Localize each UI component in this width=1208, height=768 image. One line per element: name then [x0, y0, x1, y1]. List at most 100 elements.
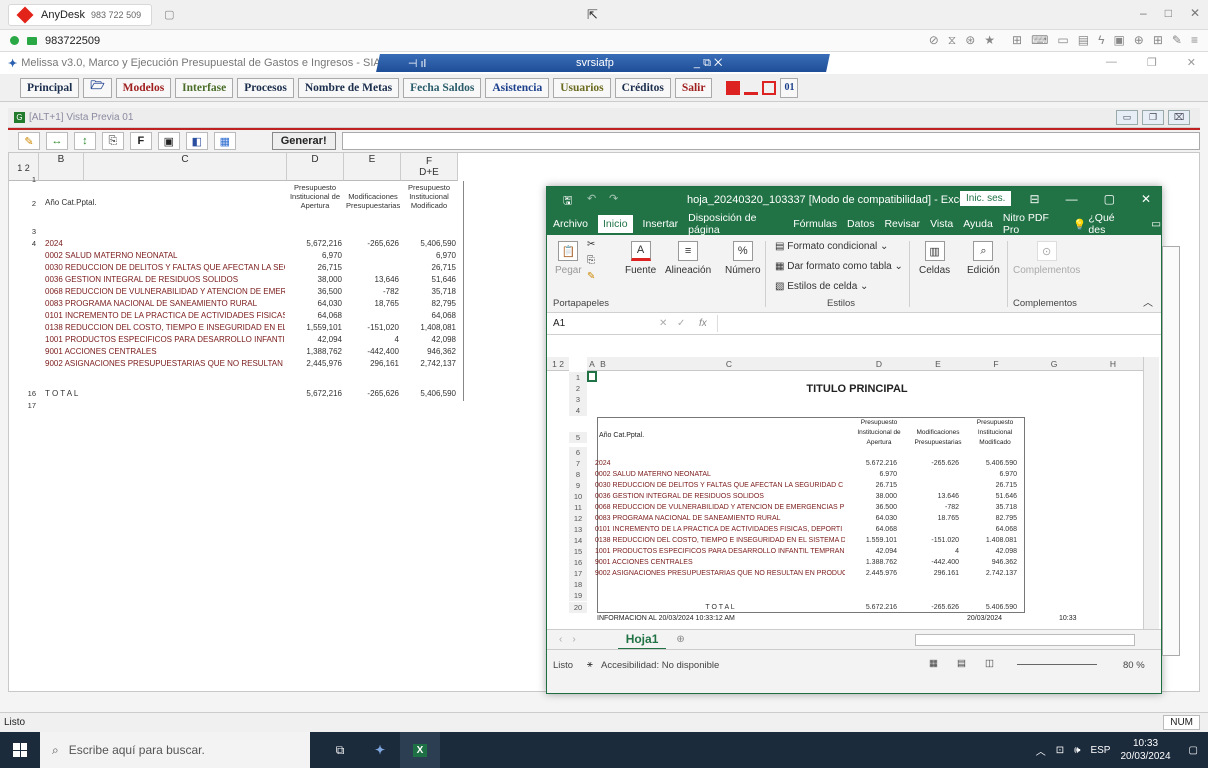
melissa-taskbar-icon[interactable]: ✦ [360, 732, 400, 768]
excel-table-row[interactable]: 0101 INCREMENTO DE LA PRACTICA DE ACTIVI… [595, 524, 1135, 535]
inner-close-icon[interactable]: ⌧ [1168, 110, 1190, 125]
menu-usuarios[interactable]: Usuarios [553, 77, 611, 98]
table-row[interactable]: 9001 ACCIONES CENTRALES 1,388,762 -442,400… [9, 347, 469, 357]
col-c[interactable]: C [609, 357, 849, 371]
editing-group[interactable]: ⌕ Edición [967, 241, 1000, 276]
excel-table-row[interactable]: 0138 REDUCCION DEL COSTO, TIEMPO E INSEG… [595, 535, 1135, 546]
minimize-all-icon[interactable] [744, 81, 759, 95]
save-icon[interactable]: ▣ [157, 132, 180, 150]
table-row[interactable]: 0002 SALUD MATERNO NEONATAL 6,970 6,970 [9, 251, 469, 261]
inner-restore-icon[interactable]: ❐ [1142, 110, 1164, 125]
excel-maximize-icon[interactable]: ▢ [1104, 192, 1115, 206]
menu-asistencia[interactable]: Asistencia [485, 77, 550, 98]
window-number-badge[interactable]: 01 [780, 77, 799, 98]
col-a[interactable]: A [587, 357, 597, 371]
excel-row-number[interactable]: 7 [569, 458, 587, 469]
export-icon[interactable]: ◧ [185, 132, 208, 150]
chat-icon[interactable]: ▭ [1057, 33, 1068, 48]
menu-interfase[interactable]: Interfase [175, 77, 234, 98]
pencil-icon[interactable]: ✎ [18, 132, 40, 150]
screen-icon[interactable]: ▣ [1113, 33, 1124, 48]
excel-table-row[interactable]: 0002 SALUD MATERNO NEONATAL 6.970 6.970 [595, 469, 1135, 480]
name-box[interactable]: A1 [553, 318, 565, 329]
melissa-restore-icon[interactable]: ❐ [1147, 56, 1157, 69]
normal-view-icon[interactable]: ▦ [929, 658, 938, 669]
enter-icon[interactable]: ✓ [677, 318, 685, 329]
excel-table-row[interactable]: 0036 GESTION INTEGRAL DE RESIDUOS SOLIDO… [595, 491, 1135, 502]
folder-icon[interactable]: 🗁 [83, 77, 112, 98]
hourglass-icon[interactable]: ⧖ [948, 33, 956, 48]
taskbar-clock[interactable]: 10:33 20/03/2024 [1120, 737, 1170, 763]
font-group[interactable]: A Fuente [625, 241, 656, 276]
col-d-header[interactable]: D [287, 153, 344, 181]
excel-close-icon[interactable]: ✕ [1141, 192, 1151, 206]
excel-row-number[interactable]: 4 [569, 405, 587, 416]
outline-level-1[interactable]: 1 [552, 359, 557, 369]
tab-disposicion[interactable]: Disposición de página [688, 212, 783, 236]
new-tab-icon[interactable]: ▢ [164, 8, 174, 21]
notifications-icon[interactable]: ▢ [1189, 745, 1198, 756]
excel-row-number[interactable]: 11 [569, 502, 587, 513]
excel-row-number[interactable]: 16 [569, 557, 587, 568]
excel-row-number[interactable]: 19 [569, 590, 587, 601]
signin-button[interactable]: Inic. ses. [960, 191, 1012, 206]
outline-level-2[interactable]: 2 [25, 163, 30, 173]
accessibility-status[interactable]: Accesibilidad: No disponible [601, 660, 719, 671]
menu-principal[interactable]: Principal [20, 77, 80, 98]
col-b-header[interactable]: B [39, 153, 84, 181]
excel-row-number[interactable]: 13 [569, 524, 587, 535]
conditional-format-button[interactable]: ▤ Formato condicional ⌄ [775, 241, 888, 252]
paste-group[interactable]: 📋 Pegar [555, 241, 582, 276]
excel-row-number[interactable]: 2 [569, 383, 587, 394]
tab-revisar[interactable]: Revisar [884, 218, 920, 230]
sheet-tab-hoja1[interactable]: Hoja1 [617, 630, 667, 650]
language-indicator[interactable]: ESP [1090, 745, 1110, 756]
cut-icon[interactable]: ✂ [587, 239, 595, 250]
tab-archivo[interactable]: Archivo [553, 218, 588, 230]
settings-icon[interactable]: ⊛ [965, 33, 975, 48]
table-row[interactable]: 2024 5,672,216 -265,626 5,406,590 [9, 239, 469, 249]
melissa-close-icon[interactable]: ✕ [1187, 56, 1196, 69]
lightning-icon[interactable]: ϟ [1098, 33, 1104, 48]
task-view-icon[interactable]: ⧉ [320, 732, 360, 768]
table-row[interactable]: 0101 INCREMENTO DE LA PRACTICA DE ACTIVI… [9, 311, 469, 321]
excel-row-number[interactable]: 5 [569, 432, 587, 443]
menu-creditos[interactable]: Créditos [614, 77, 671, 98]
excel-redo-icon[interactable]: ↷ [609, 192, 618, 205]
tab-vista[interactable]: Vista [930, 218, 953, 230]
zoom-slider[interactable] [1017, 664, 1097, 665]
horizontal-scrollbar[interactable] [914, 633, 1135, 646]
outline-level-1[interactable]: 1 [17, 163, 22, 173]
excel-row-number[interactable]: 18 [569, 579, 587, 590]
excel-table-row[interactable]: 0068 REDUCCION DE VULNERABILIDAD Y ATENC… [595, 502, 1135, 513]
close-icon[interactable]: ✕ [1190, 6, 1200, 20]
collapse-ribbon-icon[interactable]: ︿ [1143, 294, 1153, 309]
star-icon[interactable]: ★ [984, 33, 995, 48]
function-icon[interactable]: fx [699, 318, 707, 329]
menu-procesos[interactable]: Procesos [237, 77, 294, 98]
col-g[interactable]: G [1025, 357, 1083, 371]
cell-styles-button[interactable]: ▧ Estilos de celda ⌄ [775, 281, 868, 292]
format-painter-icon[interactable]: ✎ [587, 271, 595, 282]
copy-icon[interactable]: ⎘ [101, 132, 124, 150]
excel-total-row[interactable]: T O T A L 5.672.216 -265.626 5.406.590 [595, 602, 1135, 613]
vertical-scrollbar[interactable] [1143, 357, 1159, 629]
generate-field[interactable] [341, 132, 1201, 150]
tab-insertar[interactable]: Insertar [643, 218, 679, 230]
expand-vertical-icon[interactable]: ↕ [73, 132, 96, 150]
file-icon[interactable]: ▤ [1078, 33, 1089, 48]
excel-row-number[interactable]: 1 [569, 372, 587, 383]
expand-horizontal-icon[interactable]: ↔ [45, 132, 68, 150]
addins-group[interactable]: ⊙ Complementos [1013, 241, 1080, 276]
copy-ribbon-icon[interactable]: ⎘ [587, 255, 595, 266]
table-row[interactable]: 0030 REDUCCION DE DELITOS Y FALTAS QUE A… [9, 263, 469, 273]
selected-cell-a1[interactable] [587, 371, 597, 382]
excel-row-number[interactable]: 12 [569, 513, 587, 524]
outline-level-2[interactable]: 2 [559, 359, 564, 369]
excel-row-number[interactable]: 17 [569, 568, 587, 579]
anydesk-session-tab[interactable]: AnyDesk 983 722 509 [8, 3, 153, 26]
keyboard-icon[interactable]: ⌨ [1031, 33, 1048, 48]
excel-row-number[interactable]: 9 [569, 480, 587, 491]
total-row[interactable]: T O T A L 5,672,216 -265,626 5,406,590 [9, 389, 469, 399]
excel-window[interactable]: 🖫 ↶ ↷ hoja_20240320_103337 [Modo de comp… [546, 186, 1162, 694]
